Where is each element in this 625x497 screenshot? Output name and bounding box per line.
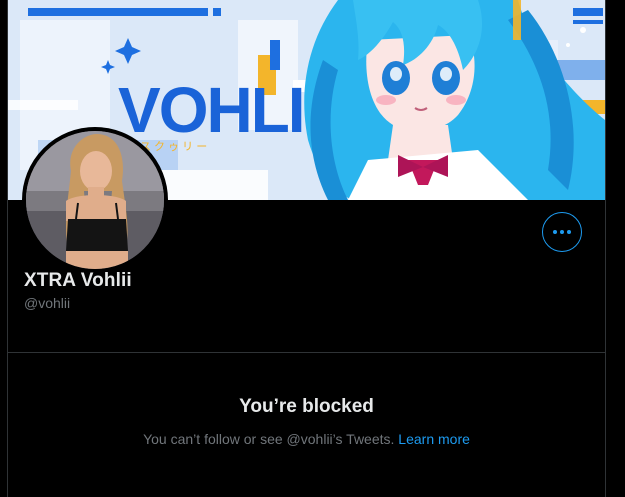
- profile-photo-icon: [26, 131, 164, 269]
- blocked-message-text: You can’t follow or see @vohlii’s Tweets…: [143, 431, 399, 447]
- more-options-button[interactable]: [542, 212, 582, 252]
- svg-text:VOHLII: VOHLII: [118, 74, 319, 146]
- blocked-message: You can’t follow or see @vohlii’s Tweets…: [8, 431, 605, 447]
- display-name: XTRA Vohlii: [24, 270, 132, 291]
- more-horizontal-icon: [553, 230, 571, 234]
- user-handle: @vohlii: [24, 295, 71, 311]
- svg-text:ス ク ゥ リ ー: ス ク ゥ リ ー: [140, 140, 207, 153]
- profile-column: VOHLII ス ク ゥ リ ー XTRA Vohlii @vohlii You…: [7, 0, 606, 497]
- avatar[interactable]: [22, 127, 168, 273]
- learn-more-link[interactable]: Learn more: [398, 431, 470, 447]
- divider: [8, 352, 605, 353]
- blocked-title: You’re blocked: [239, 396, 374, 417]
